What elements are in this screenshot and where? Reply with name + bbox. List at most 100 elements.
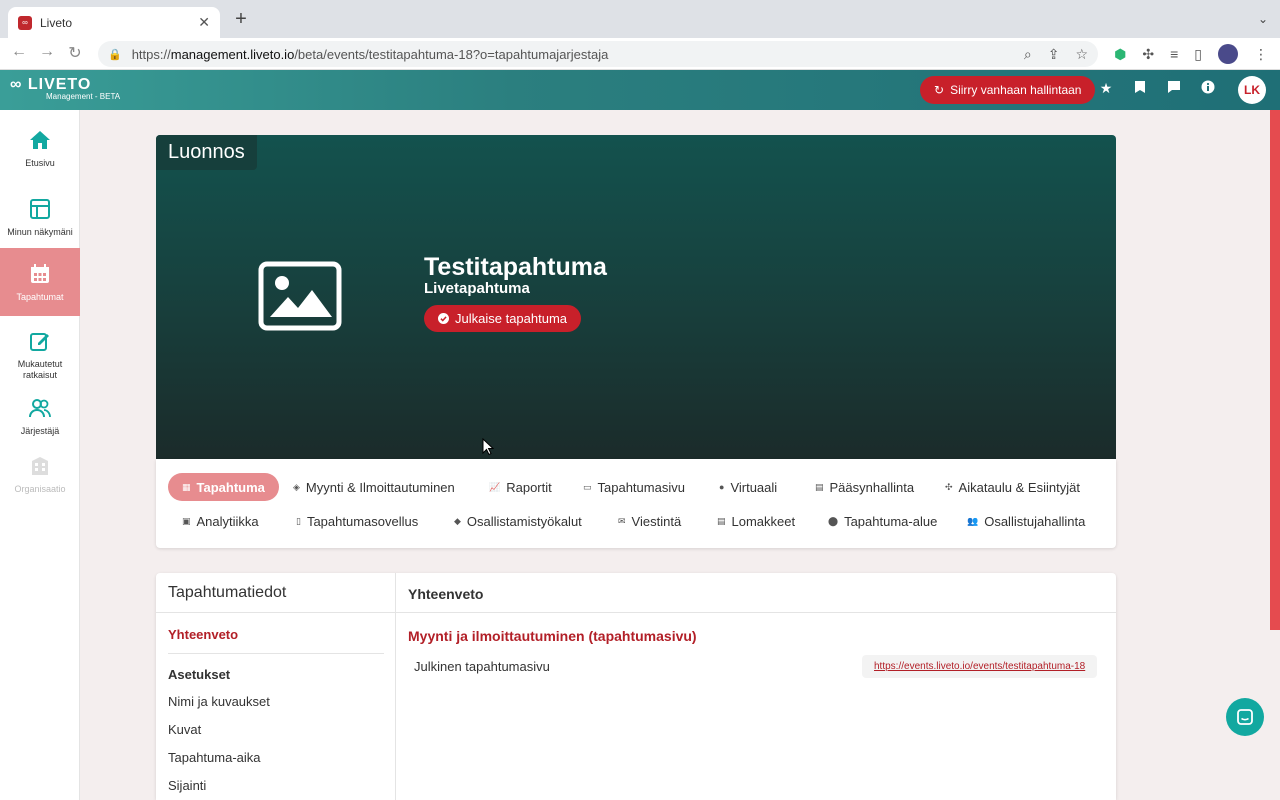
building-icon [32,457,48,475]
tab-aikataulu[interactable]: ✣ Aikataulu & Esiintyjät [945,473,1080,501]
feedback-icon[interactable] [1165,80,1183,97]
profile-avatar[interactable] [1218,44,1238,64]
tab-tapahtuma[interactable]: ▦ Tapahtuma [168,473,279,501]
map-pin-icon: ⬤ [828,515,839,526]
tab-label: Raportit [506,479,552,495]
browser-tabstrip: ∞ Liveto ✕ + ⌄ [0,0,1280,38]
side-panel-icon[interactable]: ▯ [1194,46,1202,63]
tab-label: Pääsynhallinta [829,479,915,495]
reload-icon[interactable]: ↻ [64,43,86,63]
tab-label: Lomakkeet [731,513,796,529]
extension-shield-icon[interactable]: ⬢ [1114,46,1126,63]
puzzle-icon: ✣ [945,481,953,492]
tab-label: Virtuaali [730,479,778,495]
url-text[interactable]: https://management.liveto.io/beta/events… [132,47,1024,62]
tab-viestinta[interactable]: ✉ Viestintä [618,507,681,535]
info-icon[interactable] [1199,80,1217,97]
comments-icon: ◆ [454,515,461,526]
event-hero: Luonnos Testitapahtuma Livetapahtuma Jul… [156,135,1116,459]
publish-event-button[interactable]: Julkaise tapahtuma [424,305,582,332]
tab-lomakkeet[interactable]: ▤ Lomakkeet [717,507,795,535]
sidebar-item-jarjestaja[interactable]: Järjestäjä [0,396,80,437]
people-icon: 👥 [967,515,979,526]
tab-raportit[interactable]: 📈 Raportit [489,473,552,501]
tab-label: Tapahtuma [196,479,265,495]
tab-tapahtuma-alue[interactable]: ⬤ Tapahtuma-alue [828,507,937,535]
menu-link-sijainti[interactable]: Sijainti [168,778,206,793]
close-tab-icon[interactable]: ✕ [198,14,210,31]
sidebar: Etusivu Minun näkymäni Tapahtumat Mukaut… [0,110,80,800]
sidebar-item-label: Tapahtumat [16,291,64,302]
tab-label: Myynti & Ilmoittautuminen [305,479,455,495]
tab-label: Osallistujahallinta [984,513,1086,529]
tab-label: Tapahtumasovellus [306,513,419,529]
chat-button[interactable] [1226,698,1264,736]
star-icon[interactable]: ★ [1097,80,1115,97]
calendar-icon [31,263,49,283]
share-icon[interactable]: ⇪ [1048,46,1060,63]
forward-arrow-icon[interactable]: → [36,43,58,61]
layout-icon [30,199,50,219]
bookmark-icon[interactable] [1131,80,1149,97]
zoom-icon[interactable]: ⌕ [1024,46,1032,63]
tab-label: Tapahtumasivu [597,479,685,495]
browser-tab-title: Liveto [40,15,73,30]
tag-icon: ◈ [293,481,300,492]
old-admin-label: Siirry vanhaan hallintaan [950,83,1082,97]
tab-tapahtumasivu[interactable]: ▭ Tapahtumasivu [583,473,685,501]
tab-paasynhallinta[interactable]: ▤ Pääsynhallinta [815,473,914,501]
tab-label: Tapahtuma-alue [844,513,938,529]
menu-link-kuvat[interactable]: Kuvat [168,722,201,737]
tab-label: Analytiikka [196,513,259,529]
sidebar-item-tapahtumat[interactable]: Tapahtumat [0,248,80,316]
public-page-link[interactable]: https://events.liveto.io/events/testitap… [862,655,1098,678]
page-scrollbar[interactable] [1270,110,1280,630]
tab-osallistujahallinta[interactable]: 👥 Osallistujahallinta [967,507,1085,535]
event-type: Livetapahtuma [424,280,530,297]
new-tab-button[interactable]: + [230,8,252,31]
home-icon [30,131,50,149]
menu-link-yhteenveto[interactable]: Yhteenveto [168,627,238,642]
browser-tab[interactable]: ∞ Liveto ✕ [8,7,220,38]
check-circle-icon [438,313,449,324]
sidebar-item-label: Järjestäjä [20,426,60,436]
menu-link-tapahtuma-aika[interactable]: Tapahtuma-aika [168,750,261,765]
envelope-icon: ✉ [618,515,626,526]
tab-tapahtumasovellus[interactable]: ▯ Tapahtumasovellus [296,507,418,535]
sidebar-item-minun-nakymani[interactable]: Minun näkymäni [0,197,80,238]
extensions-puzzle-icon[interactable]: ✣ [1142,46,1154,63]
publish-event-label: Julkaise tapahtuma [455,311,568,326]
reading-list-icon[interactable]: ≡ [1170,46,1178,62]
sidebar-item-etusivu[interactable]: Etusivu [0,128,80,169]
tab-osallistamistyokalut[interactable]: ◆ Osallistamistyökalut [454,507,582,535]
menu-divider [168,653,384,654]
back-arrow-icon[interactable]: ← [8,43,30,61]
summary-title: Yhteenveto [396,573,1116,613]
url-path: /beta/events/testitapahtuma-18?o=tapahtu… [294,46,609,62]
logo-infinity-icon: ∞ [10,76,28,93]
liveto-logo[interactable]: ∞ LIVETO Management - BETA [10,76,120,101]
image-placeholder-icon[interactable] [258,261,342,331]
menu-link-nimi[interactable]: Nimi ja kuvaukset [168,694,270,709]
browser-menu-icon[interactable]: ⋮ [1254,46,1268,63]
tab-search-chevron-icon[interactable]: ⌄ [1258,12,1268,26]
chat-icon [1237,709,1253,725]
tab-virtuaali[interactable]: ● Virtuaali [719,473,777,501]
monitor-icon: ▭ [583,481,592,492]
address-bar[interactable]: 🔒 https://management.liveto.io/beta/even… [98,41,1098,67]
tab-analytiikka[interactable]: ▣ Analytiikka [182,507,259,535]
calendar-icon: ▦ [182,481,191,492]
form-icon: ▤ [717,515,726,526]
bookmark-star-icon[interactable]: ☆ [1075,46,1088,63]
tab-myynti[interactable]: ◈ Myynti & Ilmoittautuminen [293,473,455,501]
old-admin-button[interactable]: ↻ Siirry vanhaan hallintaan [920,76,1096,104]
summary-panel: Yhteenveto Myynti ja ilmoittautuminen (t… [396,573,1116,800]
user-avatar[interactable]: LK [1238,76,1266,104]
refresh-icon: ↻ [934,83,945,97]
liveto-favicon-icon: ∞ [18,15,32,30]
sidebar-item-label: Organisaatio [14,484,66,494]
sidebar-item-mukautetut-ratkaisut[interactable]: Mukautetut ratkaisut [0,329,80,381]
event-details-card: Tapahtumatiedot Yhteenveto Asetukset Nim… [156,573,1116,800]
sidebar-item-label: Etusivu [25,158,55,168]
tab-label: Viestintä [631,513,682,529]
